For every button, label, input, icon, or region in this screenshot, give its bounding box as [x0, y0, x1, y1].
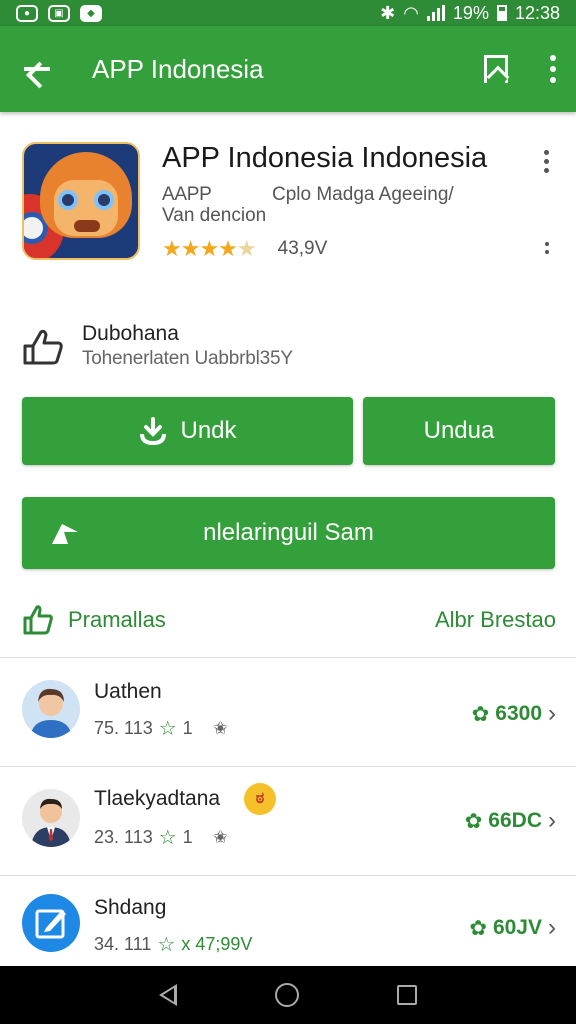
- green-star-icon: ☆: [158, 718, 177, 740]
- app-header: APP Indonesia Indonesia AAPP Cplo Madga …: [22, 142, 562, 262]
- edit-icon-avatar: [22, 894, 80, 952]
- angry-emoji-icon: ಠ: [244, 783, 276, 815]
- nav-home-icon[interactable]: [275, 983, 299, 1007]
- list-item-action[interactable]: ✿ 60JV ›: [469, 914, 556, 942]
- app-icon: [22, 142, 140, 260]
- gear-icon: ✿: [464, 809, 483, 833]
- thumbs-up-icon: [23, 329, 63, 365]
- more-options-icon[interactable]: [550, 55, 556, 83]
- list-item-name: Shdang: [94, 896, 167, 919]
- nav-back-icon[interactable]: [159, 984, 177, 1006]
- wifi-icon: ◠: [403, 2, 419, 23]
- title-more-icon[interactable]: [544, 150, 549, 173]
- navigation-bar: [0, 966, 576, 1024]
- info-title: Dubohana: [82, 322, 179, 345]
- notification-icon: ●: [16, 4, 38, 22]
- bookmark-icon[interactable]: [484, 55, 508, 83]
- section-header: Pramallas Albr Brestao: [22, 600, 556, 640]
- green-star-icon: ☆: [157, 934, 176, 956]
- app-notification-icon: ◆: [80, 4, 102, 22]
- list-item-action[interactable]: ✿ 6300 ›: [472, 700, 556, 728]
- gear-icon: ✿: [471, 702, 490, 726]
- man-avatar: [22, 680, 80, 738]
- nav-recents-icon[interactable]: [397, 985, 417, 1005]
- app-bar: APP Indonesia: [0, 26, 576, 112]
- battery-icon: [496, 5, 507, 21]
- download-button[interactable]: Undua: [363, 397, 555, 465]
- rating-stars: ★★★★★: [162, 236, 257, 261]
- info-subtitle: Tohenerlaten Uabbrbl35Y: [82, 348, 293, 369]
- list-item-meta: 34. 111 ☆ x 47;99V: [94, 932, 252, 957]
- rating-row: ★★★★★ 43,9V: [162, 236, 327, 262]
- chevron-right-icon: ›: [548, 700, 556, 727]
- status-bar: ● ▣ ◆ ✱ ◠ 19% 12:38: [0, 0, 576, 26]
- image-notification-icon: ▣: [48, 4, 70, 22]
- gear-icon: ✿: [469, 916, 487, 940]
- thumbs-up-section-icon: [23, 605, 53, 635]
- list-item-number: 23. 113: [94, 827, 153, 847]
- list-item-number: 34. 111: [94, 934, 152, 954]
- download-icon: [138, 416, 168, 446]
- businessman-avatar: [22, 789, 80, 847]
- back-arrow-icon[interactable]: [20, 51, 56, 87]
- list-item-star-count: 1: [182, 718, 193, 738]
- list-item-extra: x 47;99V: [181, 934, 253, 954]
- section-link[interactable]: Albr Brestao: [435, 607, 556, 633]
- app-bar-title: APP Indonesia: [92, 53, 264, 84]
- badge-star-icon: ✬: [212, 718, 228, 738]
- list-item[interactable]: Uathen 75. 113 ☆ 1 ✬ ✿ 6300 ›: [0, 658, 576, 764]
- share-icon: [48, 518, 82, 548]
- list-item-action-label: 6300: [495, 702, 542, 725]
- list-item-name: Uathen: [94, 680, 162, 703]
- badge-star-icon: ✬: [212, 827, 228, 847]
- info-row: Dubohana Tohenerlaten Uabbrbl35Y: [22, 322, 562, 372]
- list-item-meta: 75. 113 ☆ 1 ✬: [94, 716, 228, 741]
- list-item[interactable]: Tlaekyadtana ಠ 23. 113 ☆ 1 ✬ ✿ 66DC ›: [0, 767, 576, 873]
- list-item-action[interactable]: ✿ 66DC ›: [465, 807, 556, 835]
- clock: 12:38: [514, 2, 560, 23]
- download-button-label: Undua: [423, 417, 495, 444]
- install-button[interactable]: Undk: [22, 397, 353, 465]
- app-title: APP Indonesia Indonesia: [162, 142, 488, 174]
- rating-more-icon[interactable]: [545, 242, 549, 254]
- green-star-icon: ☆: [158, 827, 177, 849]
- app-category: Van dencion: [162, 205, 267, 226]
- chevron-right-icon: ›: [548, 914, 556, 941]
- list-item-name: Tlaekyadtana: [94, 787, 221, 810]
- app-developer-extra: Cplo Madga Ageeing/: [272, 184, 454, 205]
- app-developer[interactable]: AAPP: [162, 184, 212, 206]
- chevron-right-icon: ›: [548, 807, 556, 834]
- list-item-number: 75. 113: [94, 718, 153, 738]
- signal-icon: [426, 5, 445, 21]
- list-item-meta: 23. 113 ☆ 1 ✬: [94, 825, 228, 850]
- rating-count: 43,9V: [277, 238, 328, 259]
- list-item[interactable]: Shdang 34. 111 ☆ x 47;99V ✿ 60JV ›: [0, 876, 576, 966]
- section-title: Pramallas: [68, 607, 166, 632]
- share-button[interactable]: nlelaringuil Sam: [22, 497, 555, 569]
- list-item-action-label: 66DC: [488, 809, 542, 832]
- install-button-label: Undk: [180, 417, 237, 444]
- list-item-star-count: 1: [182, 827, 193, 847]
- share-button-label: nlelaringuil Sam: [203, 519, 374, 546]
- bluetooth-icon: ✱: [380, 2, 396, 23]
- list-item-action-label: 60JV: [492, 916, 542, 939]
- battery-percent: 19%: [452, 2, 489, 23]
